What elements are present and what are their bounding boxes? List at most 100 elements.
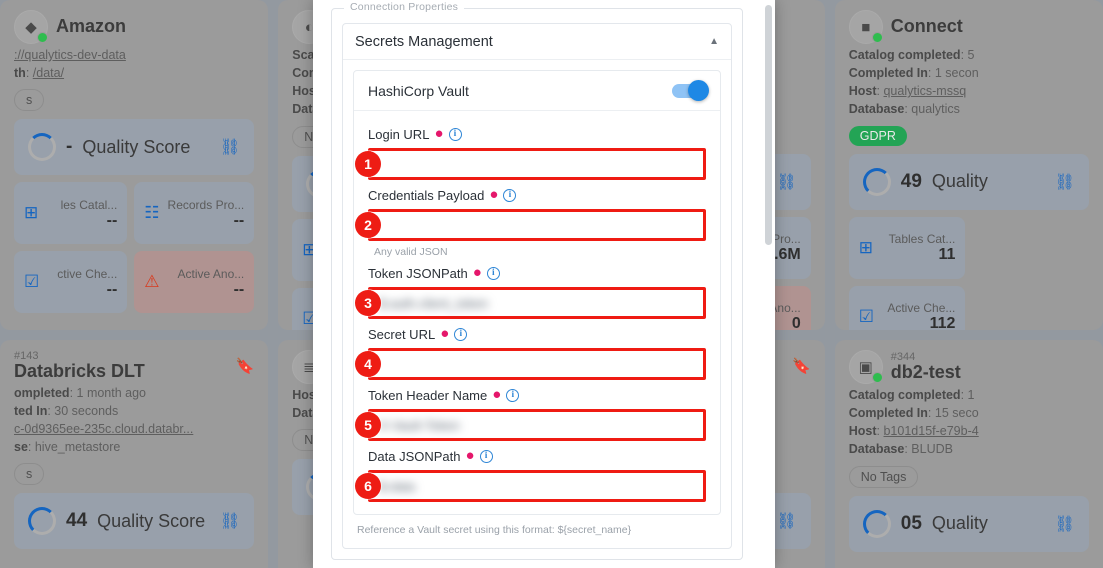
lineage-icon[interactable]: ⛓ <box>220 511 240 531</box>
card-tag-row: s <box>14 463 254 486</box>
card-meta-row: c-0d9365ee-235c.cloud.databr... <box>14 422 194 437</box>
info-icon[interactable]: i <box>448 128 462 141</box>
chevron-up-icon[interactable]: ▲ <box>709 36 719 47</box>
field-label-text: Login URL <box>368 127 430 142</box>
card-header: ▣ #344 db2-test <box>848 350 1089 384</box>
secrets-management-header[interactable]: Secrets Management ▲ <box>343 24 731 60</box>
annotation-badge-6: 6 <box>355 473 381 499</box>
warning-icon: ⚠ <box>144 272 160 292</box>
quality-score-band: 05 Quality ⛓ <box>848 495 1089 552</box>
field-label: Login URL ● i <box>368 126 706 142</box>
field-input-5[interactable]: X-Vault-Token <box>368 409 706 441</box>
card-title: db2-test <box>890 363 961 383</box>
field-input-2[interactable] <box>368 209 706 241</box>
connection-properties-dialog: Connection Properties Secrets Management… <box>313 0 775 568</box>
quality-score-band: 49 Quality ⛓ <box>848 153 1089 210</box>
lineage-icon[interactable]: ⛓ <box>220 137 240 157</box>
card-stat-grid: ⊞ Tables Cat... 11 ☑ Active Che... 112 <box>848 216 1089 330</box>
card-header: ■ Connect <box>848 10 1089 44</box>
field-label: Secret URL ● i <box>368 326 706 342</box>
card-id: #344 <box>890 351 916 364</box>
quality-donut-icon <box>862 167 891 196</box>
info-icon[interactable]: i <box>454 328 468 341</box>
vault-config-card: HashiCorp Vault Login URL ● i Credentials P… <box>353 70 721 515</box>
card-meta-list: Catalog completed: 1 Completed In: 15 sec… <box>849 386 1089 459</box>
quality-score-label: Quality Score <box>97 510 206 531</box>
datastore-card[interactable]: #143 Databricks DLT 🔖 ompleted: 1 month ago… <box>0 340 269 568</box>
card-meta-row: ompleted: 1 month ago <box>14 385 147 400</box>
form-field: Data JSONPath ● i $.data <box>368 448 706 502</box>
form-field: Secret URL ● i <box>368 326 706 380</box>
quality-donut-icon <box>28 507 56 536</box>
lineage-icon[interactable]: ⛓ <box>776 511 796 531</box>
card-stat: ☑ ctive Che... -- <box>14 251 128 314</box>
field-input-6[interactable]: $.data <box>368 470 706 502</box>
field-label-text: Data JSONPath <box>368 449 461 464</box>
card-tag[interactable]: s <box>14 89 45 112</box>
vault-field-list: Login URL ● i Credentials Payload ● i Any vali… <box>354 111 720 514</box>
card-meta-row: th: /data/ <box>14 66 65 81</box>
lineage-icon[interactable]: ⛓ <box>1055 514 1075 534</box>
datastore-card[interactable]: ■ Connect Catalog completed: 5 Completed In… <box>834 0 1103 330</box>
stat-name: les Catal... <box>60 197 118 212</box>
field-value-redacted: $.data <box>379 478 416 494</box>
stat-value: -- <box>106 280 118 298</box>
hashicorp-vault-label: HashiCorp Vault <box>368 82 469 99</box>
table-icon: ⊞ <box>858 237 873 257</box>
field-label-text: Token JSONPath <box>368 266 468 281</box>
secrets-management-accordion: Secrets Management ▲ HashiCorp Vault Log… <box>342 23 732 549</box>
datastore-card[interactable]: ▣ #344 db2-test Catalog completed: 1 Complet… <box>834 340 1103 568</box>
form-field: Credentials Payload ● i Any valid JSON <box>368 187 706 258</box>
field-input-1[interactable] <box>368 148 706 180</box>
card-stat: ⊞ les Catal... -- <box>14 182 128 245</box>
info-icon[interactable]: i <box>479 450 493 463</box>
field-label: Token Header Name ● i <box>368 387 706 403</box>
annotation-badge-2: 2 <box>355 212 381 238</box>
card-title: Connect <box>890 17 963 37</box>
info-icon[interactable]: i <box>506 389 520 402</box>
card-header: ◆ Amazon <box>14 10 254 44</box>
dialog-scrollbar[interactable] <box>765 5 772 245</box>
card-stat: ☷ Records Pro... -- <box>134 182 255 245</box>
card-tag[interactable]: No Tags <box>848 465 919 488</box>
toggle-knob <box>688 79 709 101</box>
stat-name: Active Ano... <box>177 266 245 281</box>
annotation-badge-1: 1 <box>355 151 381 177</box>
datastore-logo-icon: ▣ <box>848 350 883 384</box>
datastore-card[interactable]: ◆ Amazon://qualytics-dev-data th: /data/s -… <box>0 0 269 330</box>
bookmark-icon[interactable]: 🔖 <box>236 357 255 375</box>
info-icon[interactable]: i <box>503 189 517 202</box>
info-icon[interactable]: i <box>486 267 500 280</box>
quality-score-label: Quality <box>931 171 988 191</box>
form-field: Token Header Name ● i X-Vault-Token <box>368 387 706 441</box>
bookmark-icon[interactable]: 🔖 <box>792 357 811 375</box>
lineage-icon[interactable]: ⛓ <box>776 172 796 192</box>
quality-donut-icon <box>28 133 56 162</box>
stat-name: Records Pro... <box>167 197 245 212</box>
field-label: Token JSONPath ● i <box>368 265 706 281</box>
stat-value: -- <box>233 280 245 298</box>
quality-score-value: 44 <box>66 510 88 532</box>
lineage-icon[interactable]: ⛓ <box>1055 172 1075 192</box>
card-tag[interactable]: GDPR <box>848 125 907 146</box>
dialog-scroll-area: Connection Properties Secrets Management… <box>313 0 775 568</box>
card-meta-row: Catalog completed: 5 <box>848 48 975 62</box>
field-label-text: Credentials Payload <box>368 188 485 203</box>
quality-score-value: 49 <box>900 170 922 192</box>
check-icon: ☑ <box>858 306 874 326</box>
stat-name: Active Che... <box>887 301 956 315</box>
field-value-redacted: X-Vault-Token <box>379 417 460 433</box>
field-input-4[interactable] <box>368 348 706 380</box>
card-stat-grid: ⊞ les Catal... -- ☷ Records Pro... -- ☑ ctive C… <box>14 182 255 314</box>
field-input-3[interactable]: $.auth.client_token <box>368 287 706 319</box>
vault-footnote: Reference a Vault secret using this form… <box>357 524 632 536</box>
hashicorp-vault-toggle[interactable] <box>672 79 709 101</box>
card-stat: ⊞ Tables Cat... 11 <box>848 216 966 279</box>
card-meta-row: ted In: 30 seconds <box>14 404 119 419</box>
card-tag[interactable]: s <box>14 463 45 486</box>
field-label-text: Token Header Name <box>368 388 488 403</box>
quality-donut-icon <box>862 509 891 538</box>
annotation-badge-4: 4 <box>355 351 381 377</box>
card-tag-row: No Tags <box>848 465 1089 488</box>
card-meta-list: ompleted: 1 month ago ted In: 30 seconds c… <box>14 384 254 457</box>
